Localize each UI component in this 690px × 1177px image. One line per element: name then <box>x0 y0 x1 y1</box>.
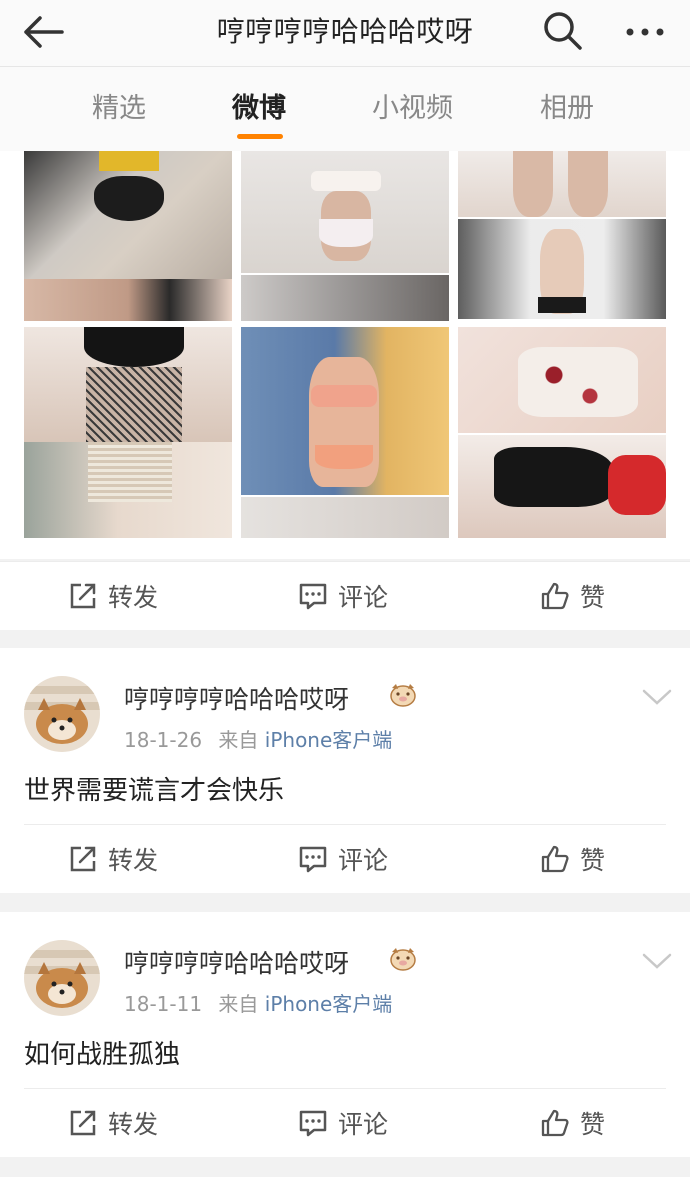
photo-thumbnail[interactable] <box>458 219 666 319</box>
comment-button[interactable]: 评论 <box>298 825 388 893</box>
repost-label: 转发 <box>108 846 159 875</box>
from-label: 来自 <box>218 728 259 752</box>
comment-icon <box>299 846 327 873</box>
tab-short-video[interactable]: 小视频 <box>372 87 453 131</box>
repost-label: 转发 <box>108 1110 159 1139</box>
post-meta: 18-1-26 来自 iPhone客户端 <box>124 724 392 753</box>
profile-tabs: 精选 微博 小视频 相册 <box>0 67 690 152</box>
comment-label: 评论 <box>338 1110 389 1139</box>
like-button[interactable]: 赞 <box>540 1089 605 1157</box>
weibo-post: 哼哼哼哼哈哈哈哎呀 18-1-11 来自 iPhone客户端 如何战胜孤独 转发… <box>0 912 690 1157</box>
top-bar: 哼哼哼哼哈哈哈哎呀 <box>0 0 690 67</box>
comment-icon <box>299 583 327 610</box>
repost-icon <box>70 1110 96 1136</box>
photo-thumbnail[interactable] <box>241 275 449 321</box>
comment-button[interactable]: 评论 <box>298 1089 388 1157</box>
tab-weibo[interactable]: 微博 <box>232 87 286 131</box>
repost-icon <box>70 583 96 609</box>
post-source[interactable]: iPhone客户端 <box>265 992 393 1016</box>
thumbs-up-icon <box>541 1109 569 1137</box>
photo-thumbnail[interactable] <box>24 327 232 442</box>
page-title: 哼哼哼哼哈哈哈哎呀 <box>216 15 474 48</box>
repost-icon <box>70 846 96 872</box>
photo-thumbnail[interactable] <box>24 442 232 538</box>
photo-thumbnail[interactable] <box>458 327 666 433</box>
like-label: 赞 <box>580 1110 606 1139</box>
member-badge-icon <box>388 682 418 708</box>
like-label: 赞 <box>580 583 606 612</box>
active-tab-indicator <box>237 134 283 139</box>
back-arrow-icon[interactable] <box>18 10 68 54</box>
comment-label: 评论 <box>338 583 389 612</box>
like-label: 赞 <box>580 846 606 875</box>
photo-thumbnail[interactable] <box>241 497 449 538</box>
tab-album[interactable]: 相册 <box>540 87 594 131</box>
username[interactable]: 哼哼哼哼哈哈哈哎呀 <box>124 680 349 716</box>
photo-thumbnail[interactable] <box>24 151 232 279</box>
post-actions: 转发 评论 赞 <box>0 1089 690 1157</box>
member-badge-icon <box>388 946 418 972</box>
chevron-down-icon[interactable] <box>640 686 674 708</box>
photo-thumbnail[interactable] <box>241 327 449 495</box>
avatar[interactable] <box>24 676 100 752</box>
thumbs-up-icon <box>541 582 569 610</box>
avatar[interactable] <box>24 940 100 1016</box>
search-icon[interactable] <box>540 8 586 54</box>
comment-button[interactable]: 评论 <box>298 562 388 630</box>
post-source[interactable]: iPhone客户端 <box>265 728 393 752</box>
username[interactable]: 哼哼哼哼哈哈哈哎呀 <box>124 944 349 980</box>
post-meta: 18-1-11 来自 iPhone客户端 <box>124 988 392 1017</box>
post-actions: 转发 评论 赞 <box>0 561 690 630</box>
photo-thumbnail[interactable] <box>458 435 666 538</box>
chevron-down-icon[interactable] <box>640 950 674 972</box>
photo-grid <box>0 151 690 559</box>
repost-label: 转发 <box>108 583 159 612</box>
photo-thumbnail[interactable] <box>241 151 449 273</box>
repost-button[interactable]: 转发 <box>68 562 158 630</box>
photo-thumbnail[interactable] <box>24 279 232 321</box>
post-actions: 转发 评论 赞 <box>0 825 690 893</box>
like-button[interactable]: 赞 <box>540 562 605 630</box>
comment-label: 评论 <box>338 846 389 875</box>
weibo-post: 哼哼哼哼哈哈哈哎呀 18-1-26 来自 iPhone客户端 世界需要谎言才会快… <box>0 648 690 893</box>
thumbs-up-icon <box>541 845 569 873</box>
photo-thumbnail[interactable] <box>458 151 666 217</box>
post-date: 18-1-26 <box>124 728 203 752</box>
tab-featured[interactable]: 精选 <box>92 87 146 131</box>
repost-button[interactable]: 转发 <box>68 1089 158 1157</box>
post-date: 18-1-11 <box>124 992 203 1016</box>
more-dots-icon[interactable] <box>620 10 670 54</box>
post-text: 如何战胜孤独 <box>24 1040 181 1070</box>
comment-icon <box>299 1110 327 1137</box>
repost-button[interactable]: 转发 <box>68 825 158 893</box>
from-label: 来自 <box>218 992 259 1016</box>
like-button[interactable]: 赞 <box>540 825 605 893</box>
post-text: 世界需要谎言才会快乐 <box>24 776 285 806</box>
